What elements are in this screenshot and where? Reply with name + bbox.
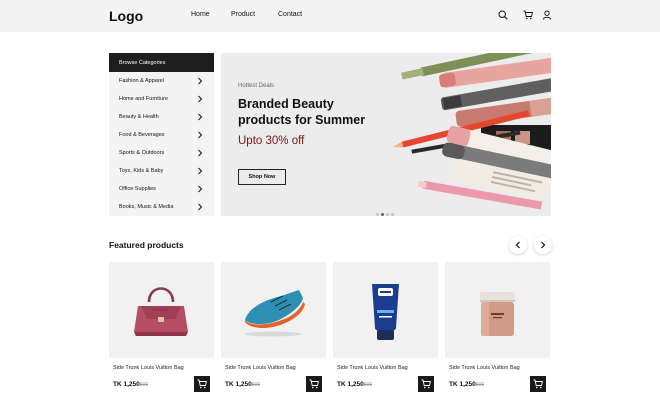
nav-product[interactable]: Product (231, 11, 255, 18)
sidebar-item-label: Office Supplies (119, 186, 156, 192)
product-image[interactable] (445, 262, 550, 358)
cart-icon (197, 379, 207, 389)
product-name[interactable]: Side Trunk Louis Vuitton Bag (113, 365, 184, 371)
add-to-cart-button[interactable] (306, 376, 322, 392)
product-name[interactable]: Side Trunk Louis Vuitton Bag (337, 365, 408, 371)
search-icon[interactable] (498, 10, 508, 20)
sidebar-item-home-furniture[interactable]: Home and Furniture (109, 90, 214, 108)
sidebar-item-food[interactable]: Food & Beverages (109, 126, 214, 144)
sidebar-item-books[interactable]: Books, Music & Media (109, 198, 214, 216)
chevron-right-icon (198, 95, 203, 103)
sidebar-item-label: Fashion & Apparel (119, 78, 164, 84)
sneaker-image (245, 290, 305, 337)
product-name[interactable]: Side Trunk Louis Vuitton Bag (225, 365, 296, 371)
hero-kicker: Hottest Deals (238, 83, 275, 89)
sidebar-item-beauty[interactable]: Beauty & Health (109, 108, 214, 126)
sidebar-item-office[interactable]: Office Supplies (109, 180, 214, 198)
cosmetics-image (392, 53, 551, 210)
hero-offer: Upto 30% off (238, 135, 305, 147)
logo[interactable]: Logo (109, 8, 143, 24)
site-header: Logo Home Product Contact (0, 0, 660, 32)
product-image[interactable] (109, 262, 214, 358)
sidebar-item-label: Toys, Kids & Baby (119, 168, 164, 174)
add-to-cart-button[interactable] (418, 376, 434, 392)
product-price: TK 1,250 (449, 381, 476, 388)
chevron-right-icon (198, 113, 203, 121)
handbag-image (134, 287, 188, 336)
sidebar-item-fashion[interactable]: Fashion & Apparel (109, 72, 214, 90)
sidebar-item-label: Home and Furniture (119, 96, 168, 102)
cream-jar-image (480, 292, 515, 336)
hero-title: Branded Beauty products for Summer (238, 97, 366, 127)
sidebar-item-sports[interactable]: Sports & Outdoors (109, 144, 214, 162)
chevron-right-icon (541, 241, 546, 249)
chevron-right-icon (198, 167, 203, 175)
cart-icon (533, 379, 543, 389)
product-old-price: 1500 (137, 382, 149, 388)
product-card[interactable]: Side Trunk Louis Vuitton Bag TK 1,250 15… (333, 262, 438, 397)
sidebar-item-label: Food & Beverages (119, 132, 165, 138)
product-image[interactable] (333, 262, 438, 358)
product-price: TK 1,250 (225, 381, 252, 388)
sidebar-item-label: Beauty & Health (119, 114, 159, 120)
category-sidebar: Browse Categories Fashion & Apparel Home… (109, 53, 214, 216)
product-old-price: 1500 (361, 382, 373, 388)
chevron-right-icon (198, 185, 203, 193)
carousel-prev-button[interactable] (509, 236, 527, 254)
nav-contact[interactable]: Contact (278, 11, 302, 18)
cart-icon (309, 379, 319, 389)
cart-icon[interactable] (523, 10, 533, 20)
chevron-right-icon (198, 149, 203, 157)
sidebar-item-toys[interactable]: Toys, Kids & Baby (109, 162, 214, 180)
user-icon[interactable] (542, 10, 552, 20)
product-card[interactable]: Side Trunk Louis Vuitton Bag TK 1,250 15… (445, 262, 550, 397)
product-name[interactable]: Side Trunk Louis Vuitton Bag (449, 365, 520, 371)
chevron-left-icon (515, 241, 520, 249)
product-price: TK 1,250 (113, 381, 140, 388)
product-card[interactable]: Side Trunk Louis Vuitton Bag TK 1,250 15… (109, 262, 214, 397)
carousel-dot-1[interactable] (376, 213, 379, 216)
product-image[interactable] (221, 262, 326, 358)
nav-home[interactable]: Home (191, 11, 210, 18)
chevron-right-icon (198, 203, 203, 211)
carousel-next-button[interactable] (534, 236, 552, 254)
add-to-cart-button[interactable] (194, 376, 210, 392)
face-wash-tube-image (372, 284, 399, 340)
product-old-price: 1500 (473, 382, 485, 388)
product-old-price: 1500 (249, 382, 261, 388)
sidebar-item-label: Sports & Outdoors (119, 150, 165, 156)
chevron-right-icon (198, 131, 203, 139)
add-to-cart-button[interactable] (530, 376, 546, 392)
sidebar-title: Browse Categories (109, 53, 214, 72)
section-title-featured: Featured products (109, 240, 184, 250)
hero-banner: Hottest Deals Branded Beauty products fo… (221, 53, 551, 216)
product-price: TK 1,250 (337, 381, 364, 388)
chevron-right-icon (198, 77, 203, 85)
sidebar-item-label: Books, Music & Media (119, 204, 174, 210)
shop-now-button[interactable]: Shop Now (238, 169, 286, 185)
cart-icon (421, 379, 431, 389)
product-card[interactable]: Side Trunk Louis Vuitton Bag TK 1,250 15… (221, 262, 326, 397)
